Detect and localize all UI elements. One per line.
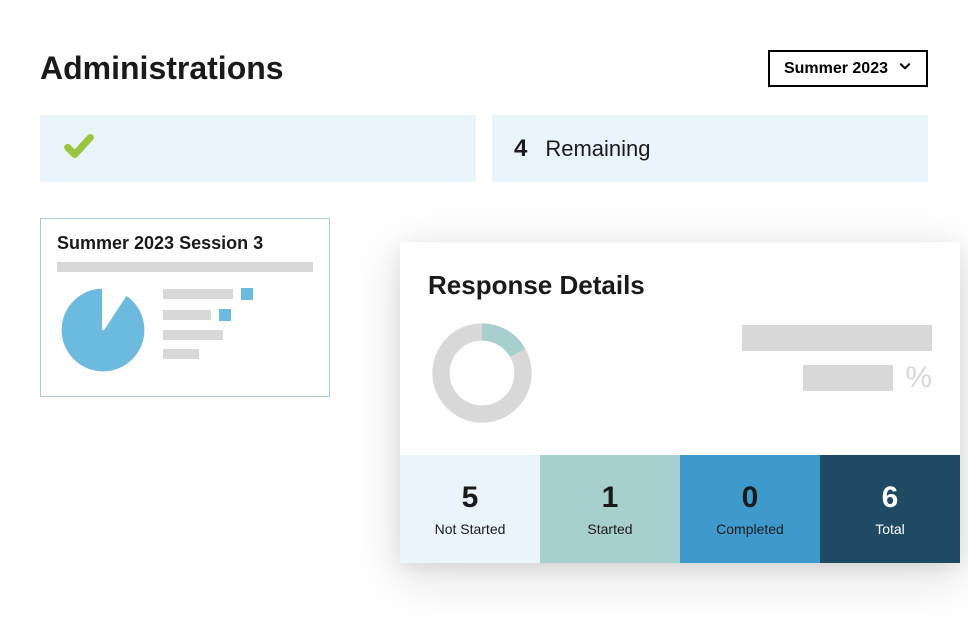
chevron-down-icon [898, 59, 912, 78]
remaining-label: Remaining [545, 136, 650, 162]
skeleton-line [163, 310, 211, 320]
skeleton-line [163, 330, 223, 340]
period-label: Summer 2023 [784, 60, 888, 78]
completed-count: 0 [742, 481, 759, 515]
skeleton-line [803, 365, 893, 391]
legend-row [163, 288, 313, 300]
skeleton-line [742, 325, 932, 351]
total-label: Total [875, 521, 905, 537]
completed-label: Completed [716, 521, 784, 537]
remaining-count: 4 [514, 135, 527, 163]
skeleton-line [163, 349, 199, 359]
total-count: 6 [882, 481, 899, 515]
legend-swatch-icon [219, 309, 231, 321]
legend-swatch-icon [241, 288, 253, 300]
tile-started[interactable]: 1 Started [540, 455, 680, 563]
tile-completed[interactable]: 0 Completed [680, 455, 820, 563]
tile-not-started[interactable]: 5 Not Started [400, 455, 540, 563]
skeleton-line [163, 289, 233, 299]
legend-row [163, 330, 313, 340]
percent-placeholder: % [742, 319, 932, 395]
legend-row [163, 349, 313, 359]
donut-chart-icon [428, 319, 536, 427]
not-started-label: Not Started [435, 521, 506, 537]
pie-chart-icon [57, 284, 149, 376]
response-details-card: Response Details % [400, 242, 960, 563]
tile-total[interactable]: 6 Total [820, 455, 960, 563]
not-started-count: 5 [462, 481, 479, 515]
details-title: Response Details [428, 270, 932, 301]
started-label: Started [587, 521, 632, 537]
session-title: Summer 2023 Session 3 [57, 233, 313, 254]
page-title: Administrations [40, 50, 284, 87]
legend [163, 284, 313, 376]
check-icon [62, 129, 96, 168]
stat-card-completed[interactable] [40, 115, 476, 182]
percent-sign: % [905, 361, 932, 395]
session-card[interactable]: Summer 2023 Session 3 [40, 218, 330, 397]
period-dropdown[interactable]: Summer 2023 [768, 50, 928, 87]
skeleton-line [57, 262, 313, 272]
started-count: 1 [602, 481, 619, 515]
stat-card-remaining[interactable]: 4 Remaining [492, 115, 928, 182]
status-tiles: 5 Not Started 1 Started 0 Completed 6 To… [400, 455, 960, 563]
legend-row [163, 309, 313, 321]
